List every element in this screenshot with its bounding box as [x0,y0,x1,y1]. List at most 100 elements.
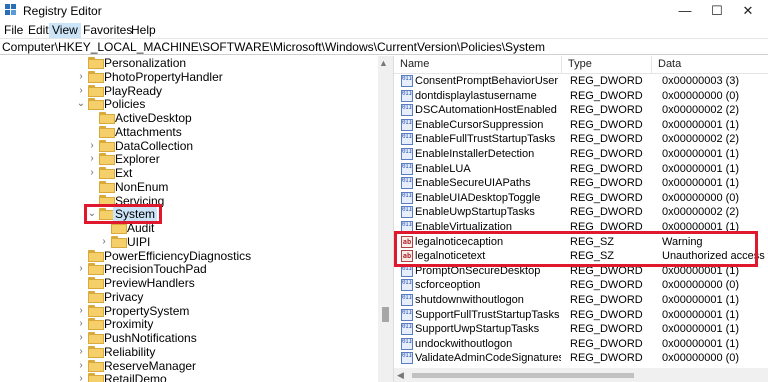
tree-item[interactable]: › PropertySystem [0,304,378,318]
table-row[interactable]: 0110 1001ConsentPromptBehaviorUser REG_DW… [394,74,768,89]
value-data: 0x00000003 (3) [662,75,740,87]
menu-help[interactable]: Help [128,23,159,38]
dword-icon: 0110 1001 [401,323,413,335]
tree-scroll-thumb[interactable] [382,307,389,322]
folder-icon [88,373,104,382]
tree-item-label: PhotoPropertyHandler [104,70,223,84]
chevron-right-icon[interactable]: › [76,84,86,98]
table-row[interactable]: 0110 1001EnableCursorSuppression REG_DWOR… [394,118,768,133]
table-row[interactable]: 0110 1001DSCAutomationHostEnabled REG_DWO… [394,103,768,118]
values-scroll-thumb[interactable] [412,373,634,378]
tree-item[interactable]: Personalization [0,56,378,70]
tree-item[interactable]: ActiveDesktop [0,111,378,125]
tree-item[interactable]: Privacy [0,290,378,304]
tree-item-label: PreviewHandlers [104,276,195,290]
tree-item[interactable]: › Explorer [0,152,378,166]
tree-item[interactable]: › Ext [0,166,378,180]
tree-item[interactable]: › UIPI [0,235,378,249]
chevron-right-icon[interactable]: › [76,331,86,345]
table-row[interactable]: 0110 1001undockwithoutlogon REG_DWORD 0x00… [394,337,768,352]
tree-item[interactable]: › PrecisionTouchPad [0,262,378,276]
table-row[interactable]: 0110 1001EnableUwpStartupTasks REG_DWORD 0… [394,205,768,220]
tree-item[interactable]: Servicing [0,194,378,208]
table-row[interactable]: 0110 1001EnableLUA REG_DWORD 0x00000001 (1… [394,162,768,177]
tree-item-label: Personalization [104,56,187,70]
chevron-right-icon[interactable]: › [76,372,86,382]
scroll-left-icon[interactable]: ◀ [397,368,404,382]
table-row[interactable]: 0110 1001SupportFullTrustStartupTasks REG… [394,308,768,323]
folder-icon [99,140,115,152]
tree-item[interactable]: NonEnum [0,180,378,194]
tree-item[interactable]: ⌄ Policies [0,97,378,111]
chevron-right-icon[interactable]: › [76,359,86,373]
tree-item[interactable]: ⌄ System [0,207,378,221]
dword-icon: 0110 1001 [401,177,413,189]
folder-icon [88,85,104,97]
value-data: 0x00000002 (2) [662,206,740,218]
tree-item[interactable]: PowerEfficiencyDiagnostics [0,249,378,263]
chevron-right-icon[interactable]: › [76,262,86,276]
key-tree[interactable]: Personalization › PhotoPropertyHandler › Pla… [0,56,378,382]
chevron-right-icon[interactable]: › [76,70,86,84]
tree-item[interactable]: › RetailDemo [0,372,378,382]
tree-item-label: PropertySystem [104,304,190,318]
chevron-right-icon[interactable]: › [87,166,97,180]
tree-item[interactable]: Attachments [0,125,378,139]
close-button[interactable]: ✕ [728,0,768,22]
value-type: REG_DWORD [570,133,643,145]
tree-item[interactable]: › DataCollection [0,139,378,153]
scroll-up-icon[interactable]: ▲ [379,58,388,68]
tree-item[interactable]: Audit [0,221,378,235]
dword-icon: 0110 1001 [401,104,413,116]
table-row[interactable]: 0110 1001ValidateAdminCodeSignatures REG_… [394,351,768,366]
value-name: EnableUwpStartupTasks [415,206,535,218]
tree-item[interactable]: › PushNotifications [0,331,378,345]
menu-edit[interactable]: Edit [25,23,52,38]
tree-item[interactable]: › ReserveManager [0,359,378,373]
folder-icon [88,71,104,83]
tree-item-label: PushNotifications [104,331,197,345]
table-row[interactable]: 0110 1001dontdisplaylastusername REG_DWOR… [394,89,768,104]
tree-item[interactable]: PreviewHandlers [0,276,378,290]
tree-item-label: Privacy [104,290,144,304]
dword-icon: 0110 1001 [401,192,413,204]
column-header-name[interactable]: Name [394,56,562,73]
tree-item[interactable]: › PhotoPropertyHandler [0,70,378,84]
folder-icon [99,126,115,138]
table-row[interactable]: 0110 1001scforceoption REG_DWORD 0x0000000… [394,278,768,293]
tree-item[interactable]: › Proximity [0,317,378,331]
chevron-down-icon[interactable]: ⌄ [76,97,86,111]
folder-icon [88,346,104,358]
chevron-right-icon[interactable]: › [99,235,109,249]
tree-item[interactable]: › PlayReady [0,84,378,98]
folder-icon [88,57,104,69]
address-bar[interactable]: Computer\HKEY_LOCAL_MACHINE\SOFTWARE\Mic… [0,38,768,55]
chevron-right-icon[interactable]: › [87,152,97,166]
column-header-data[interactable]: Data [652,56,768,73]
value-type: REG_DWORD [570,148,643,160]
registry-editor-icon [5,4,17,16]
table-row[interactable]: 0110 1001EnableUIADesktopToggle REG_DWORD… [394,191,768,206]
tree-item[interactable]: › Reliability [0,345,378,359]
highlight-legalnotice-values [394,231,758,267]
menu-view[interactable]: View [49,23,81,38]
tree-scrollbar[interactable] [378,56,393,382]
value-type: REG_DWORD [570,192,643,204]
table-row[interactable]: 0110 1001EnableInstallerDetection REG_DWO… [394,147,768,162]
value-type: REG_DWORD [570,352,643,364]
chevron-right-icon[interactable]: › [76,304,86,318]
table-row[interactable]: 0110 1001SupportUwpStartupTasks REG_DWORD… [394,322,768,337]
dword-icon: 0110 1001 [401,90,413,102]
table-row[interactable]: 0110 1001shutdownwithoutlogon REG_DWORD 0x… [394,293,768,308]
table-row[interactable]: 0110 1001EnableFullTrustStartupTasks REG_… [394,132,768,147]
chevron-right-icon[interactable]: › [87,139,97,153]
chevron-right-icon[interactable]: › [76,317,86,331]
column-header-type[interactable]: Type [562,56,652,73]
window-title: Registry Editor [23,4,102,18]
value-data: 0x00000001 (1) [662,323,740,335]
values-list[interactable]: Name Type Data 0110 1001ConsentPromptBeh… [394,56,768,382]
menu-file[interactable]: File [1,23,26,38]
table-row[interactable]: 0110 1001EnableSecureUIAPaths REG_DWORD 0x… [394,176,768,191]
chevron-right-icon[interactable]: › [76,345,86,359]
value-name: scforceoption [415,279,481,291]
